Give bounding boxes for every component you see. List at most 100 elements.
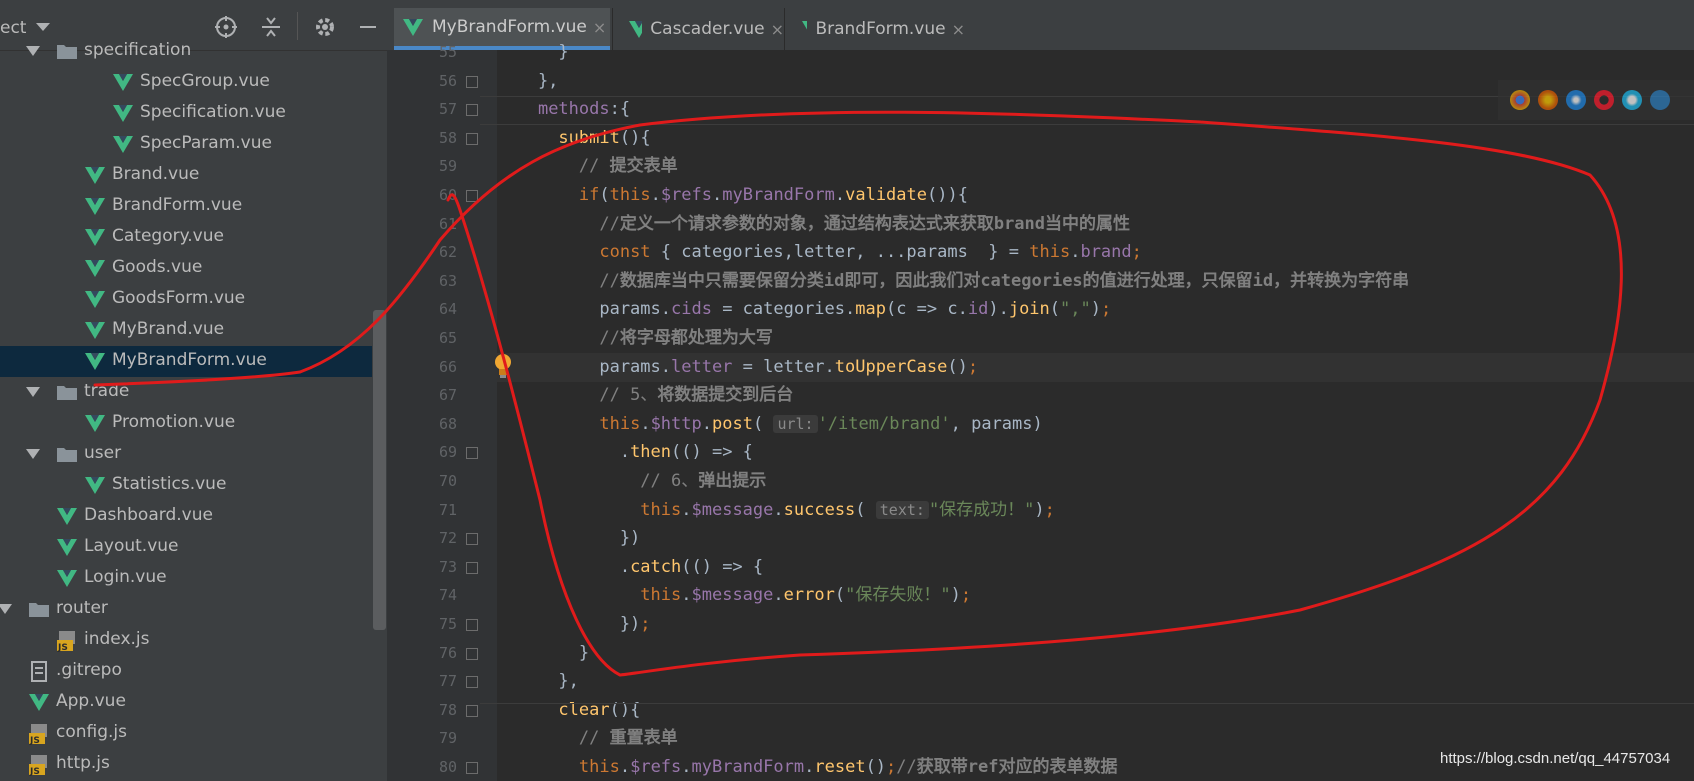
tree-item[interactable]: App.vue [0, 687, 372, 718]
tree-item[interactable]: Goods.vue [0, 253, 372, 284]
code-line[interactable]: params.letter = letter.toUpperCase(); [497, 353, 978, 381]
code-line[interactable]: params.cids = categories.map(c => c.id).… [497, 295, 1111, 323]
tree-item[interactable]: user [0, 439, 372, 470]
expand-arrow-icon[interactable] [26, 449, 40, 459]
code-token: methods [537, 99, 610, 120]
tree-item[interactable]: Brand.vue [0, 160, 372, 191]
close-icon[interactable]: × [593, 18, 606, 37]
tree-item[interactable]: Category.vue [0, 222, 372, 253]
code-line[interactable]: }); [497, 610, 651, 638]
tree-item[interactable]: Dashboard.vue [0, 501, 372, 532]
fold-marker-icon[interactable] [466, 676, 478, 689]
tree-item[interactable]: JS index.js [0, 625, 372, 656]
code-line[interactable]: if(this.$refs.myBrandForm.validate()){ [497, 181, 968, 209]
tree-item[interactable]: JS http.js [0, 749, 372, 780]
code-line[interactable]: this.$refs.myBrandForm.reset();//获取带ref对… [497, 753, 1118, 781]
code-token: }) [497, 614, 641, 634]
line-number: 65 [438, 329, 457, 347]
code-token: () [947, 356, 968, 377]
tree-item[interactable]: MyBrandForm.vue [0, 346, 372, 377]
editor-tab[interactable]: Cascader.vue × [620, 8, 784, 50]
vue-file-icon [56, 537, 78, 557]
code-line[interactable]: .catch(() => { [497, 553, 763, 581]
code-token: reset [814, 757, 866, 777]
tree-item[interactable]: JS config.js [0, 718, 372, 749]
chrome-icon[interactable] [1510, 90, 1530, 110]
firefox-icon[interactable] [1538, 90, 1558, 110]
fold-marker-icon[interactable] [466, 75, 478, 88]
fold-marker-icon[interactable] [466, 533, 478, 546]
tree-item[interactable]: Specification.vue [0, 98, 372, 129]
close-icon[interactable]: × [952, 20, 965, 39]
line-number: 66 [438, 357, 457, 376]
editor-tab[interactable]: BrandForm.vue × [793, 8, 965, 50]
fold-marker-icon[interactable] [466, 619, 478, 631]
code-line[interactable]: }) [497, 524, 640, 552]
fold-marker-icon[interactable] [466, 104, 478, 117]
opera-icon[interactable] [1594, 90, 1614, 110]
tree-item[interactable]: trade [0, 377, 372, 408]
tree-item[interactable]: .gitrepo [0, 656, 372, 687]
expand-arrow-icon[interactable] [26, 46, 40, 56]
tree-item-label: specification [84, 40, 192, 60]
code-line[interactable]: // 提交表单 [497, 152, 678, 180]
tree-item[interactable]: MyBrand.vue [0, 315, 372, 346]
code-token: }) [497, 528, 641, 549]
project-view-title[interactable]: ect [0, 18, 26, 38]
expand-arrow-icon[interactable] [26, 387, 40, 397]
code-line[interactable]: //将字母都处理为大写 [497, 324, 772, 352]
code-line[interactable]: //定义一个请求参数的对象，通过结构表达式来获取brand当中的属性 [497, 210, 1130, 238]
expand-arrow-icon[interactable] [0, 604, 12, 614]
line-number: 67 [438, 386, 457, 405]
lightbulb-icon[interactable] [492, 352, 514, 384]
fold-marker-icon[interactable] [466, 647, 478, 660]
code-token: ; [967, 356, 979, 377]
tree-item[interactable]: Login.vue [0, 563, 372, 594]
code-line[interactable]: this.$message.error("保存失败！"); [497, 581, 971, 609]
tree-item[interactable]: specification [0, 36, 372, 67]
code-line[interactable]: const { categories,letter, ...params } =… [497, 238, 1142, 266]
tree-item[interactable]: BrandForm.vue [0, 191, 372, 222]
fold-marker-icon[interactable] [466, 704, 478, 717]
fold-marker-icon[interactable] [466, 132, 478, 145]
edge-icon[interactable] [1622, 90, 1642, 110]
code-token: ; [640, 614, 651, 634]
ie-icon[interactable] [1650, 90, 1670, 110]
tree-item-label: Promotion.vue [112, 412, 236, 432]
code-line[interactable]: methods:{ [497, 95, 630, 123]
code-line[interactable]: } [497, 639, 589, 667]
code-line[interactable]: // 重置表单 [497, 724, 678, 752]
tree-item[interactable]: Statistics.vue [0, 470, 372, 501]
code-line[interactable]: this.$http.post( url: '/item/brand', para… [497, 410, 1042, 438]
fold-marker-icon[interactable] [466, 762, 478, 774]
tree-item[interactable]: GoodsForm.vue [0, 284, 372, 315]
code-line[interactable]: submit(){ [497, 124, 650, 152]
code-line[interactable]: }, [497, 67, 558, 95]
close-icon[interactable]: × [771, 20, 784, 39]
vue-file-icon [28, 692, 50, 712]
fold-marker-icon[interactable] [466, 447, 478, 460]
svg-text:JS: JS [29, 767, 40, 776]
code-token: $refs [630, 757, 682, 777]
code-line[interactable]: }, [497, 667, 578, 695]
safari-icon[interactable] [1566, 90, 1586, 110]
tree-item[interactable]: SpecParam.vue [0, 129, 372, 160]
project-scrollbar[interactable] [373, 310, 386, 630]
code-line[interactable]: } [497, 38, 568, 66]
code-token: (() => { [681, 556, 764, 577]
code-line[interactable]: // 6、弹出提示 [497, 467, 766, 495]
code-line[interactable]: .then(() => { [497, 438, 753, 466]
fold-marker-icon[interactable] [466, 190, 478, 202]
tree-item[interactable]: SpecGroup.vue [0, 67, 372, 98]
code-line[interactable]: clear(){ [497, 696, 640, 724]
fold-marker-icon[interactable] [466, 561, 478, 574]
tree-item[interactable]: Layout.vue [0, 532, 372, 563]
code-line[interactable]: this.$message.success( text: "保存成功！"); [497, 496, 1055, 524]
code-token: $message [691, 499, 774, 520]
tree-item[interactable]: router [0, 594, 372, 625]
code-line[interactable]: // 5、将数据提交到后台 [497, 381, 793, 409]
tree-item-label: Login.vue [84, 567, 167, 587]
code-line[interactable]: //数据库当中只需要保留分类id即可，因此我们对categories的值进行处理… [497, 267, 1409, 295]
tree-item[interactable]: Promotion.vue [0, 408, 372, 439]
